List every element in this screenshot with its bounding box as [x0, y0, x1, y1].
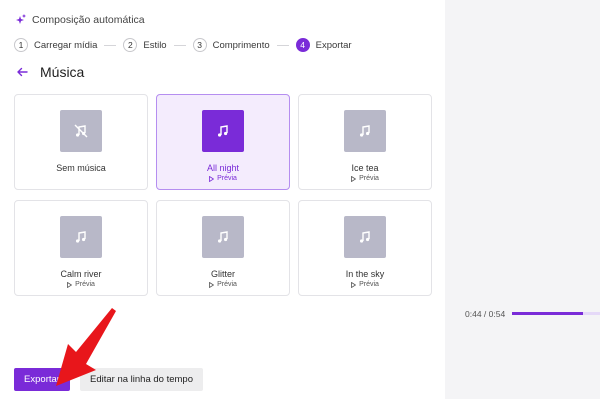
playback-progress-fill: [512, 312, 584, 315]
music-off-icon: [74, 124, 88, 138]
step-divider: [104, 44, 117, 46]
music-thumbnail: [202, 110, 244, 152]
preview-link[interactable]: Prévia: [157, 175, 289, 182]
preview-link[interactable]: Prévia: [157, 281, 289, 288]
music-card-in-the-sky[interactable]: In the sky Prévia: [298, 200, 432, 296]
step-3[interactable]: 3 Comprimento: [192, 38, 270, 52]
music-note-icon: [76, 231, 86, 243]
preview-label: Prévia: [75, 281, 95, 288]
music-thumbnail: [60, 110, 102, 152]
preview-label: Prévia: [359, 175, 379, 182]
music-card-all-night[interactable]: All night Prévia: [156, 94, 290, 190]
play-icon: [351, 175, 357, 182]
preview-label: Prévia: [217, 175, 237, 182]
step-2[interactable]: 2 Estilo: [123, 38, 167, 52]
step-4[interactable]: 4 Exportar: [295, 38, 352, 52]
section-title: Música: [40, 64, 85, 80]
stepper: 1 Carregar mídia 2 Estilo 3 Comprimento …: [14, 38, 352, 52]
section-header: Música: [16, 64, 84, 80]
arrow-left-icon[interactable]: [16, 66, 28, 78]
preview-link[interactable]: Prévia: [299, 175, 431, 182]
preview-label: Prévia: [217, 281, 237, 288]
music-card-label: Calm river: [60, 269, 102, 279]
annotation-arrow-icon: [56, 308, 116, 386]
step-1[interactable]: 1 Carregar mídia: [14, 38, 97, 52]
step-number: 1: [14, 38, 28, 52]
music-card-none[interactable]: Sem música: [14, 94, 148, 190]
music-card-label: Glitter: [210, 269, 235, 279]
music-thumbnail: [344, 216, 386, 258]
music-note-icon: [360, 231, 370, 243]
playback-time: 0:44 / 0:54: [465, 309, 506, 319]
preview-link[interactable]: Prévia: [299, 281, 431, 288]
music-note-icon: [218, 231, 228, 243]
step-label: Carregar mídia: [34, 39, 98, 51]
music-card-label: In the sky: [345, 269, 385, 279]
step-number: 3: [192, 38, 207, 52]
music-note-icon: [360, 125, 370, 137]
music-thumbnail: [60, 216, 102, 258]
step-number: 2: [123, 38, 138, 52]
play-icon: [351, 281, 357, 288]
music-note-icon: [218, 125, 228, 137]
play-icon: [67, 281, 73, 288]
preview-panel: [445, 0, 600, 399]
step-divider: [276, 44, 289, 46]
music-card-ice-tea[interactable]: Ice tea Prévia: [298, 94, 432, 190]
music-card-glitter[interactable]: Glitter Prévia: [156, 200, 290, 296]
step-label: Comprimento: [212, 39, 270, 51]
playback-progress-bar[interactable]: [512, 312, 600, 315]
sparkle-icon: [16, 14, 26, 24]
music-card-label: Ice tea: [351, 163, 379, 173]
step-label: Exportar: [315, 39, 352, 51]
music-card-label: All night: [206, 163, 240, 173]
play-icon: [209, 175, 215, 182]
panel-header: Composição automática: [16, 14, 145, 26]
panel-title: Composição automática: [32, 14, 145, 26]
music-card-label: Sem música: [56, 163, 106, 173]
preview-label: Prévia: [359, 281, 379, 288]
step-divider: [173, 44, 186, 46]
music-thumbnail: [344, 110, 386, 152]
music-card-calm-river[interactable]: Calm river Prévia: [14, 200, 148, 296]
step-label: Estilo: [143, 39, 167, 51]
step-number-active: 4: [295, 38, 310, 52]
preview-link[interactable]: Prévia: [15, 281, 147, 288]
play-icon: [209, 281, 215, 288]
music-thumbnail: [202, 216, 244, 258]
